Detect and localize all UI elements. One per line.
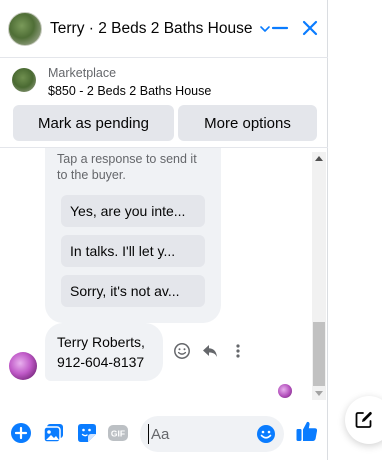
sender-avatar[interactable] <box>9 352 37 380</box>
gif-button[interactable]: GIF <box>107 422 129 444</box>
message-input[interactable] <box>148 424 248 444</box>
scrollbar-thumb[interactable] <box>313 322 325 386</box>
message-line: Terry Roberts, <box>57 334 145 350</box>
more-options-button[interactable]: More options <box>178 105 317 141</box>
close-icon <box>302 20 318 36</box>
more-actions-button[interactable] <box>229 342 247 360</box>
message-actions <box>173 342 247 360</box>
marketplace-card: Marketplace $850 - 2 Beds 2 Baths House … <box>0 58 328 148</box>
scroll-up-arrow[interactable] <box>315 156 323 161</box>
message-list: Tap a response to send it to the buyer. … <box>0 148 328 402</box>
sticker-button[interactable] <box>76 422 98 444</box>
minimize-button[interactable] <box>270 18 290 38</box>
seller-prompt-card: Tap a response to send it to the buyer. … <box>45 148 221 323</box>
thumbs-up-icon <box>296 421 318 441</box>
quick-reply-button[interactable]: Sorry, it's not av... <box>61 275 205 307</box>
sticker-icon <box>78 424 96 442</box>
message-line: 912-604-8137 <box>57 354 145 370</box>
more-actions-composer-button[interactable] <box>10 422 32 444</box>
marketplace-label: Marketplace <box>48 66 117 80</box>
message-scrollbar[interactable] <box>312 152 326 400</box>
react-button[interactable] <box>173 342 191 360</box>
scroll-down-arrow[interactable] <box>315 391 323 396</box>
emoji-button[interactable] <box>256 424 276 444</box>
message-bubble[interactable]: Terry Roberts, 912-604-8137 <box>45 323 163 381</box>
reply-button[interactable] <box>201 342 219 360</box>
new-message-icon <box>355 411 372 428</box>
chat-header[interactable]: Terry · 2 Beds 2 Baths House <box>0 0 328 58</box>
message-composer: GIF <box>0 402 328 460</box>
close-button[interactable] <box>300 18 320 38</box>
minimize-icon <box>271 26 289 30</box>
listing-title[interactable]: $850 - 2 Beds 2 Baths House <box>48 84 211 98</box>
message-input-wrapper[interactable] <box>140 416 284 452</box>
new-message-button[interactable] <box>345 396 382 444</box>
svg-text:GIF: GIF <box>111 429 125 439</box>
seen-receipt-avatar <box>278 384 292 398</box>
attach-photo-button[interactable] <box>43 422 65 444</box>
mark-as-pending-button[interactable]: Mark as pending <box>13 105 174 141</box>
gif-icon: GIF <box>108 425 128 441</box>
quick-reply-button[interactable]: Yes, are you inte... <box>61 195 205 227</box>
quick-reply-button[interactable]: In talks. I'll let y... <box>61 235 205 267</box>
photo-icon <box>43 424 63 443</box>
send-like-button[interactable] <box>295 419 319 443</box>
seller-prompt-text: Tap a response to send it to the buyer. <box>57 152 197 182</box>
emoji-react-icon <box>174 343 190 359</box>
reply-icon <box>203 345 217 357</box>
more-vertical-icon <box>236 344 240 358</box>
chat-window: Terry · 2 Beds 2 Baths House Marketplace… <box>0 0 328 460</box>
header-actions <box>270 18 320 38</box>
plus-circle-icon <box>11 423 31 443</box>
emoji-icon <box>257 425 275 443</box>
chat-title[interactable]: Terry · 2 Beds 2 Baths House <box>50 20 252 38</box>
contact-avatar[interactable] <box>8 11 42 46</box>
listing-thumbnail[interactable] <box>12 68 36 92</box>
